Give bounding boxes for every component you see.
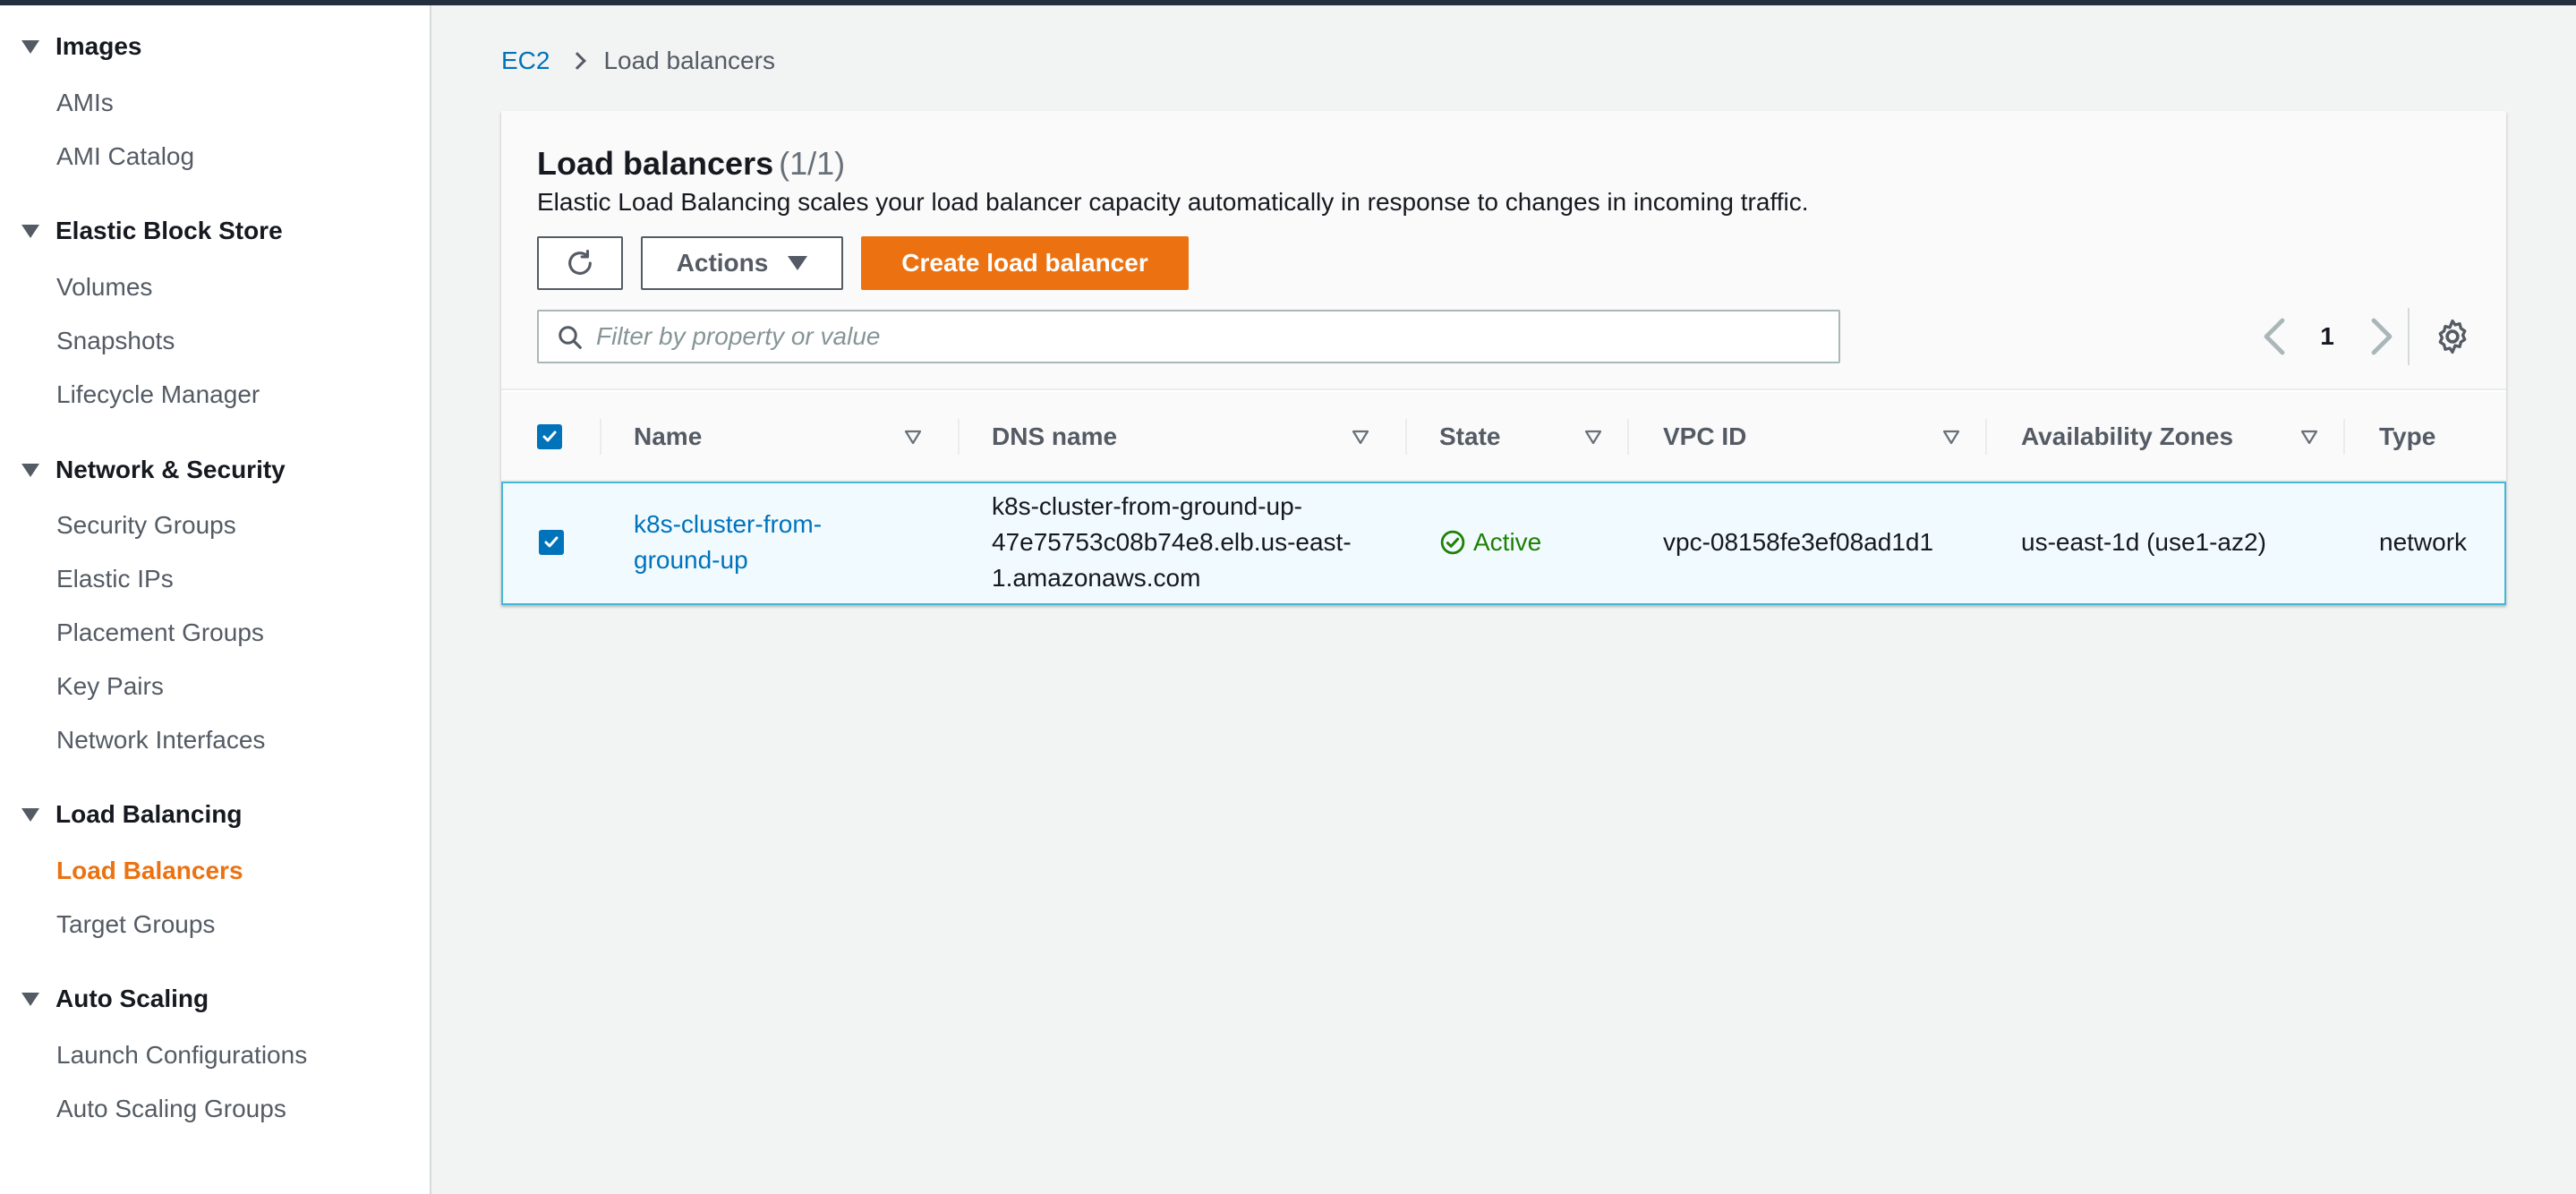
sort-triangle-icon[interactable] (1942, 430, 1960, 446)
sidebar-item-amis[interactable]: AMIs (56, 85, 114, 121)
breadcrumb: EC2 Load balancers (501, 43, 775, 79)
column-divider (958, 419, 960, 455)
sidebar-item-lifecycle-manager[interactable]: Lifecycle Manager (56, 377, 260, 413)
type-cell: network (2379, 528, 2468, 556)
sidebar-section-images[interactable]: Images (0, 29, 430, 64)
checkmark-icon (542, 431, 557, 442)
column-header-vpc-id[interactable]: VPC ID (1663, 392, 1746, 482)
checkmark-icon (544, 536, 559, 548)
caret-down-icon (21, 992, 39, 1006)
chevron-right-icon (568, 52, 587, 70)
sidebar-item-ami-catalog[interactable]: AMI Catalog (56, 139, 194, 175)
column-divider (1985, 419, 1987, 455)
sidebar-item-launch-configurations[interactable]: Launch Configurations (56, 1037, 307, 1073)
caret-down-icon (21, 224, 39, 238)
sidebar: Images AMIs AMI Catalog Elastic Block St… (0, 5, 431, 1194)
column-header-dns-name[interactable]: DNS name (992, 392, 1117, 482)
breadcrumb-ec2-link[interactable]: EC2 (501, 47, 550, 75)
load-balancers-panel: Load balancers (1/1) Elastic Load Balanci… (501, 111, 2506, 605)
sidebar-section-network-security[interactable]: Network & Security (0, 452, 430, 488)
sidebar-item-target-groups[interactable]: Target Groups (56, 907, 215, 942)
availability-zones-cell: us-east-1d (use1-az2) (2021, 528, 2266, 556)
table-header: Name DNS name State VPC ID Availability … (501, 392, 2506, 482)
caret-down-icon (21, 39, 39, 54)
column-header-type[interactable]: Type (2379, 392, 2435, 482)
sidebar-item-elastic-ips[interactable]: Elastic IPs (56, 561, 174, 597)
sort-triangle-icon[interactable] (1584, 430, 1602, 446)
column-divider (1405, 419, 1407, 455)
sidebar-section-elastic-block-store[interactable]: Elastic Block Store (0, 213, 430, 249)
row-checkbox[interactable] (539, 530, 564, 555)
panel-description: Elastic Load Balancing scales your load … (537, 188, 1809, 216)
page-title: Load balancers (1/1) (537, 145, 846, 182)
check-circle-icon (1440, 530, 1465, 555)
sort-triangle-icon[interactable] (904, 430, 922, 446)
state-cell: Active (1439, 525, 1541, 560)
caret-down-icon (21, 807, 39, 822)
sidebar-item-auto-scaling-groups[interactable]: Auto Scaling Groups (56, 1091, 286, 1127)
column-divider (1627, 419, 1629, 455)
chevron-left-icon[interactable] (2257, 315, 2293, 358)
vpc-id-cell: vpc-08158fe3ef08ad1d1 (1663, 528, 1934, 556)
search-icon (559, 326, 582, 349)
sidebar-item-key-pairs[interactable]: Key Pairs (56, 669, 164, 704)
caret-down-icon (21, 463, 39, 477)
breadcrumb-current: Load balancers (603, 47, 775, 74)
selection-count: (1/1) (779, 145, 846, 182)
sort-triangle-icon[interactable] (1352, 430, 1369, 446)
sidebar-section-load-balancing[interactable]: Load Balancing (0, 797, 430, 832)
page-number[interactable]: 1 (2309, 317, 2345, 356)
status-badge: Active (1473, 528, 1542, 556)
column-divider (2343, 419, 2345, 455)
sidebar-item-network-interfaces[interactable]: Network Interfaces (56, 722, 265, 758)
divider (2408, 308, 2410, 365)
select-all-checkbox[interactable] (537, 424, 562, 449)
sidebar-item-volumes[interactable]: Volumes (56, 269, 152, 305)
actions-dropdown[interactable]: Actions (641, 236, 843, 290)
sidebar-item-load-balancers[interactable]: Load Balancers (56, 853, 243, 889)
load-balancer-name-link[interactable]: k8s-cluster-from- ground-up (634, 507, 822, 578)
sidebar-item-snapshots[interactable]: Snapshots (56, 323, 175, 359)
column-header-name[interactable]: Name (634, 392, 702, 482)
filter-input[interactable] (596, 319, 1822, 354)
gear-icon[interactable] (2433, 317, 2472, 356)
create-load-balancer-button[interactable]: Create load balancer (861, 236, 1189, 290)
sidebar-item-security-groups[interactable]: Security Groups (56, 507, 236, 543)
chevron-right-icon[interactable] (2363, 315, 2399, 358)
sidebar-item-placement-groups[interactable]: Placement Groups (56, 615, 264, 651)
sort-triangle-icon[interactable] (2300, 430, 2318, 446)
sidebar-section-auto-scaling[interactable]: Auto Scaling (0, 981, 430, 1017)
dns-name-cell: k8s-cluster-from-ground-up- 47e75753c08b… (992, 492, 1352, 592)
column-divider (600, 419, 601, 455)
column-header-availability-zones[interactable]: Availability Zones (2021, 392, 2233, 482)
panel-header: Load balancers (1/1) Elastic Load Balanci… (501, 111, 2506, 390)
refresh-icon (568, 249, 592, 275)
caret-down-icon (788, 256, 808, 270)
refresh-button[interactable] (537, 236, 623, 290)
filter-box (537, 310, 1840, 363)
table-row[interactable]: k8s-cluster-from- ground-up k8s-cluster-… (501, 482, 2506, 605)
column-header-state[interactable]: State (1439, 392, 1500, 482)
